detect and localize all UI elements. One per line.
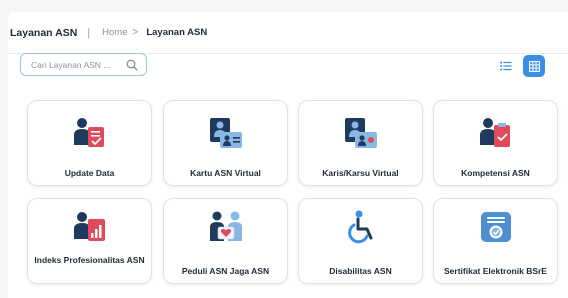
list-view-icon [500,61,512,71]
service-card-karis-karsu-virtual[interactable]: Karis/Karsu Virtual [298,100,423,186]
header-separator: | [87,26,91,39]
professionalism-index-icon [74,212,105,241]
service-label: Indeks Profesionalitas ASN [34,255,145,265]
search-input[interactable] [31,57,123,73]
grid-view-button[interactable] [523,55,545,77]
wheelchair-icon [348,210,373,244]
service-label: Peduli ASN Jaga ASN [181,266,270,276]
service-card-sertifikat-bsre[interactable]: Sertifikat Elektronik BSrE [433,198,558,284]
service-label: Update Data [64,168,115,178]
service-card-indeks-profesionalitas[interactable]: Indeks Profesionalitas ASN [27,198,152,284]
id-card-icon [210,118,242,148]
certificate-icon [481,212,511,242]
page-header: Layanan ASN | Home > Layanan ASN [8,12,568,54]
breadcrumb-home-link[interactable]: Home [102,27,127,38]
service-label: Kartu ASN Virtual [190,168,261,178]
service-label: Kompetensi ASN [461,168,530,178]
service-card-update-data[interactable]: Update Data [27,100,152,186]
competency-icon [480,118,510,147]
search-box [20,53,147,76]
service-label: Disabilitas ASN [329,266,392,276]
update-data-icon [74,118,104,147]
breadcrumb-chevron-icon: > [132,27,139,38]
service-label: Sertifikat Elektronik BSrE [444,266,547,276]
care-icon [210,211,242,241]
service-card-kartu-asn-virtual[interactable]: Kartu ASN Virtual [163,100,288,186]
breadcrumb-current: Layanan ASN [146,27,208,38]
page-title: Layanan ASN [10,26,78,39]
service-card-kompetensi-asn[interactable]: Kompetensi ASN [433,100,558,186]
service-card-disabilitas-asn[interactable]: Disabilitas ASN [298,198,423,284]
grid-view-icon [528,60,540,72]
list-view-button[interactable] [496,56,516,76]
service-card-peduli-asn[interactable]: Peduli ASN Jaga ASN [163,198,288,284]
family-card-icon [345,118,377,148]
service-label: Karis/Karsu Virtual [322,168,399,178]
search-icon[interactable] [126,59,138,71]
